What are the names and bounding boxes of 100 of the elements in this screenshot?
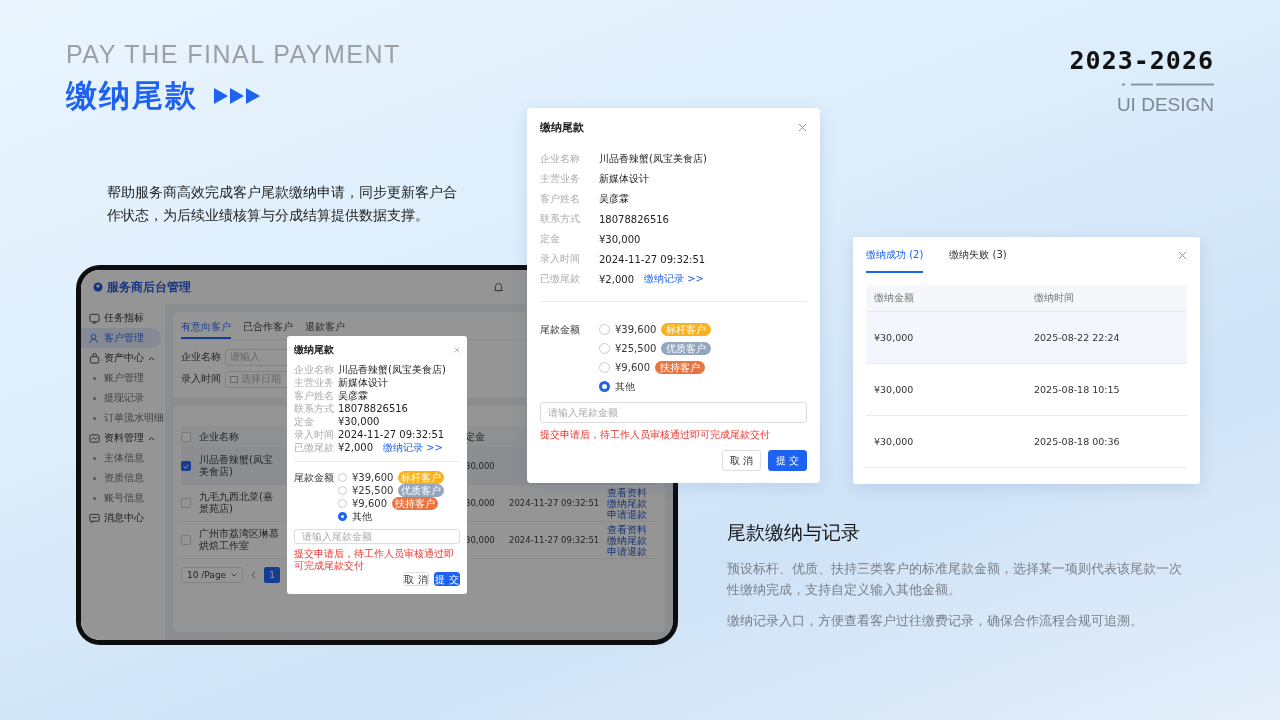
field-label: 主营业务 (540, 172, 581, 186)
field-value: ¥2,000 (338, 442, 373, 453)
submenu-item[interactable]: 提现记录 (81, 388, 165, 408)
table-row[interactable]: ¥30,000 2025-08-22 22:24 (866, 312, 1187, 364)
deposit-cell-text: 30,000 (465, 497, 496, 509)
field-label: 联系方式 (294, 401, 335, 416)
amount-option: ¥25,500 (352, 485, 394, 496)
sidebar-item[interactable]: 客户管理 (81, 328, 161, 348)
previous-page-icon[interactable] (251, 571, 257, 579)
amount-label: 尾款金额 (540, 323, 581, 337)
field-label: 企业名称 (294, 362, 335, 377)
submit-button[interactable]: 提 交 (768, 450, 807, 471)
intro-text: 帮助服务商高效完成客户尾款缴纳申请，同步更新客户合作状态，为后续业绩核算与分成结算提供数据支撑。 (107, 183, 457, 225)
submenu-item[interactable]: 资质信息 (81, 468, 165, 488)
message-icon (89, 512, 100, 524)
field-value: ¥30,000 (599, 233, 641, 245)
page-button[interactable]: 1 (264, 567, 281, 583)
app-brand: 服务商后台管理 (107, 278, 191, 296)
field-label: 企业名称 (540, 152, 581, 166)
tab[interactable]: 缴纳失败 (3) (949, 237, 1007, 273)
subtitle: PAY THE FINAL PAYMENT (66, 40, 401, 69)
amount-option: ¥9,600 (615, 362, 650, 373)
sidebar-item[interactable]: 资料管理 (81, 428, 161, 448)
action-link[interactable]: 缴纳尾款 (607, 534, 651, 546)
field-label: 联系方式 (540, 212, 581, 226)
time-cell-text: 2024-11-27 09:32:51 (509, 497, 601, 509)
sidebar-item[interactable]: 任务指标 (81, 308, 161, 328)
field-value: 18078826516 (599, 213, 669, 225)
description-text: 预设标杆、优质、扶持三类客户的标准尾款金额，选择某一项则代表该尾款一次性缴纳完成，支持自定义输入其他金额。 (727, 560, 1183, 599)
field-value: 2024-11-27 09:32:51 (599, 253, 706, 265)
amount-option: 其他 (615, 379, 635, 394)
close-icon[interactable] (454, 347, 460, 353)
payment-records-link[interactable]: 缴纳记录 >> (644, 272, 704, 286)
customer-tag: 扶持客户 (655, 361, 705, 374)
dialog-title: 缴纳尾款 (540, 120, 584, 135)
action-link[interactable]: 缴纳尾款 (607, 497, 651, 509)
tab[interactable]: 已合作客户 (243, 316, 293, 339)
sidebar-item[interactable]: 消息中心 (81, 508, 161, 528)
field-value: 2024-11-27 09:32:51 (338, 429, 445, 440)
amount-input[interactable]: 请输入尾款金额 (540, 402, 807, 423)
action-link[interactable]: 查看资料 (607, 486, 651, 498)
user-icon (89, 332, 100, 344)
field-label: 录入时间 (294, 427, 335, 442)
sidebar-item[interactable]: 资产中心 (81, 348, 161, 368)
field-value: ¥2,000 (599, 273, 634, 285)
checkbox[interactable] (181, 461, 191, 471)
close-icon[interactable] (1178, 250, 1187, 260)
company-cell-text: 九毛九西北菜(嘉景苑店) (199, 491, 274, 515)
amount-label: 尾款金额 (294, 471, 335, 484)
column-header: 企业名称 (199, 430, 240, 443)
logo-icon (93, 282, 103, 292)
submit-button[interactable]: 提 交 (434, 572, 460, 586)
section-title: 尾款缴纳与记录 (727, 520, 861, 545)
time-cell-text: 2024-11-27 09:32:51 (509, 534, 601, 546)
cancel-button[interactable]: 取 消 (722, 450, 761, 471)
field-value: ¥30,000 (338, 416, 380, 427)
radio-button[interactable] (338, 512, 347, 521)
time-cell-text: 2025-08-22 22:24 (1034, 332, 1121, 343)
submenu-item[interactable]: 账户管理 (81, 368, 165, 388)
action-link[interactable]: 查看资料 (607, 523, 651, 535)
action-link[interactable]: 申请退款 (607, 545, 651, 557)
amount-option: ¥25,500 (615, 343, 657, 354)
amount-input[interactable]: 请输入尾款金额 (294, 529, 460, 544)
triple-arrow-icon (214, 88, 260, 104)
field-label: 定金 (540, 232, 561, 246)
filter-label: 企业名称 (181, 350, 221, 364)
tab[interactable]: 退款客户 (305, 316, 345, 339)
customer-tag: 优质客户 (398, 484, 445, 497)
time-cell-text: 2025-08-18 00:36 (1034, 436, 1121, 447)
cancel-button[interactable]: 取 消 (403, 572, 429, 586)
amount-option: 其他 (352, 509, 372, 524)
page-size-select[interactable]: 10 /Page (181, 567, 244, 583)
submenu-item[interactable]: 订单流水明细 (81, 408, 165, 428)
field-label: 已缴尾款 (540, 272, 581, 286)
tab[interactable]: 有意向客户 (181, 316, 231, 339)
tab[interactable]: 缴纳成功 (2) (866, 237, 924, 273)
submenu-item[interactable]: 账号信息 (81, 488, 165, 508)
amount-option: ¥9,600 (352, 498, 387, 509)
dialog-title: 缴纳尾款 (294, 343, 334, 357)
field-value: 新媒体设计 (338, 375, 388, 390)
customer-tag: 优质客户 (661, 342, 712, 355)
radio-button[interactable] (599, 381, 610, 392)
customer-tag: 标杆客户 (398, 471, 445, 484)
field-value: 川品香辣蟹(凤宝美食店) (338, 362, 446, 377)
field-label: 录入时间 (540, 252, 581, 266)
deposit-cell-text: 30,000 (465, 460, 496, 472)
field-value: 新媒体设计 (599, 172, 649, 186)
design-label: UI DESIGN (1116, 94, 1214, 116)
time-cell-text: 2025-08-18 10:15 (1034, 384, 1121, 395)
payment-records-link[interactable]: 缴纳记录 >> (383, 440, 443, 455)
bell-icon[interactable] (494, 282, 503, 292)
amount-option: ¥39,600 (352, 472, 394, 483)
close-icon[interactable] (798, 123, 807, 132)
field-label: 已缴尾款 (294, 440, 335, 455)
amount-option: ¥39,600 (615, 324, 657, 335)
submenu-item[interactable]: 主体信息 (81, 448, 165, 468)
filter-label: 录入时间 (181, 372, 221, 386)
action-link[interactable]: 申请退款 (607, 508, 651, 520)
company-cell: 广州市荔湾区琳慕烘焙工作室 (199, 528, 279, 552)
field-value: 吴彦霖 (338, 388, 368, 403)
